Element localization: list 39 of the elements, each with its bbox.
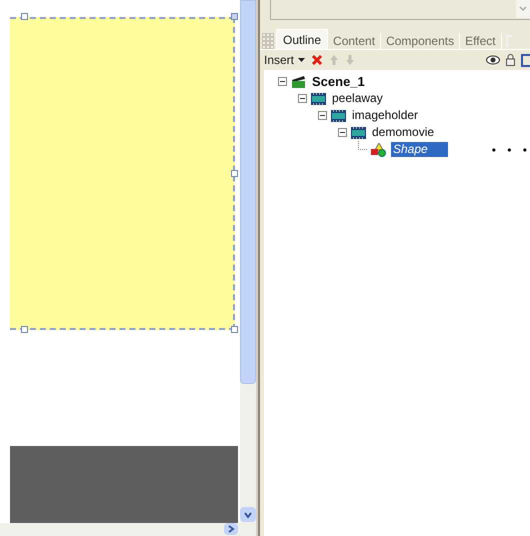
collapse-icon[interactable]: [338, 128, 347, 137]
caret-icon: [298, 58, 306, 62]
insert-button[interactable]: Insert: [264, 51, 306, 69]
tree-item[interactable]: Shape: [391, 142, 448, 157]
selection-handle[interactable]: [231, 170, 238, 177]
collapse-icon[interactable]: [278, 77, 287, 86]
selection-handle[interactable]: [231, 13, 238, 20]
eye-icon[interactable]: [486, 55, 500, 65]
scroll-right-icon[interactable]: [224, 523, 238, 535]
ellipsis-dots: • • •: [492, 142, 530, 158]
shapes-icon: [371, 142, 387, 156]
lock-icon[interactable]: [506, 54, 515, 66]
tree-line: [358, 140, 367, 150]
vertical-scrollbar[interactable]: [240, 0, 256, 536]
tree-item[interactable]: Scene_1: [310, 74, 367, 89]
selection-handle[interactable]: [21, 326, 28, 333]
panel-tab[interactable]: Components: [381, 33, 460, 49]
horizontal-scrollbar[interactable]: [0, 523, 240, 536]
clapperboard-icon: [291, 74, 306, 88]
panel-tab[interactable]: Effect: [460, 33, 502, 49]
panel-tab[interactable]: Content: [328, 33, 382, 49]
panel-tab[interactable]: Outline: [276, 29, 328, 49]
scroll-thumb[interactable]: [240, 0, 256, 384]
splitter[interactable]: [256, 0, 260, 536]
collapse-icon[interactable]: [318, 111, 327, 120]
selection-handle[interactable]: [231, 326, 238, 333]
collapse-icon[interactable]: [298, 94, 307, 103]
grip-icon[interactable]: [262, 33, 274, 49]
selection-handle[interactable]: [21, 13, 28, 20]
tree-item[interactable]: imageholder: [350, 108, 420, 123]
properties-field[interactable]: [270, 0, 530, 20]
delete-icon[interactable]: [311, 54, 324, 66]
tree-item[interactable]: demomovie: [370, 125, 436, 140]
film-strip-icon: [331, 110, 346, 122]
film-strip-icon: [311, 92, 326, 104]
scroll-down-icon[interactable]: [240, 507, 256, 522]
film-strip-icon: [351, 126, 366, 138]
dropdown-icon[interactable]: [516, 0, 530, 18]
tree-item[interactable]: peelaway: [330, 91, 385, 106]
